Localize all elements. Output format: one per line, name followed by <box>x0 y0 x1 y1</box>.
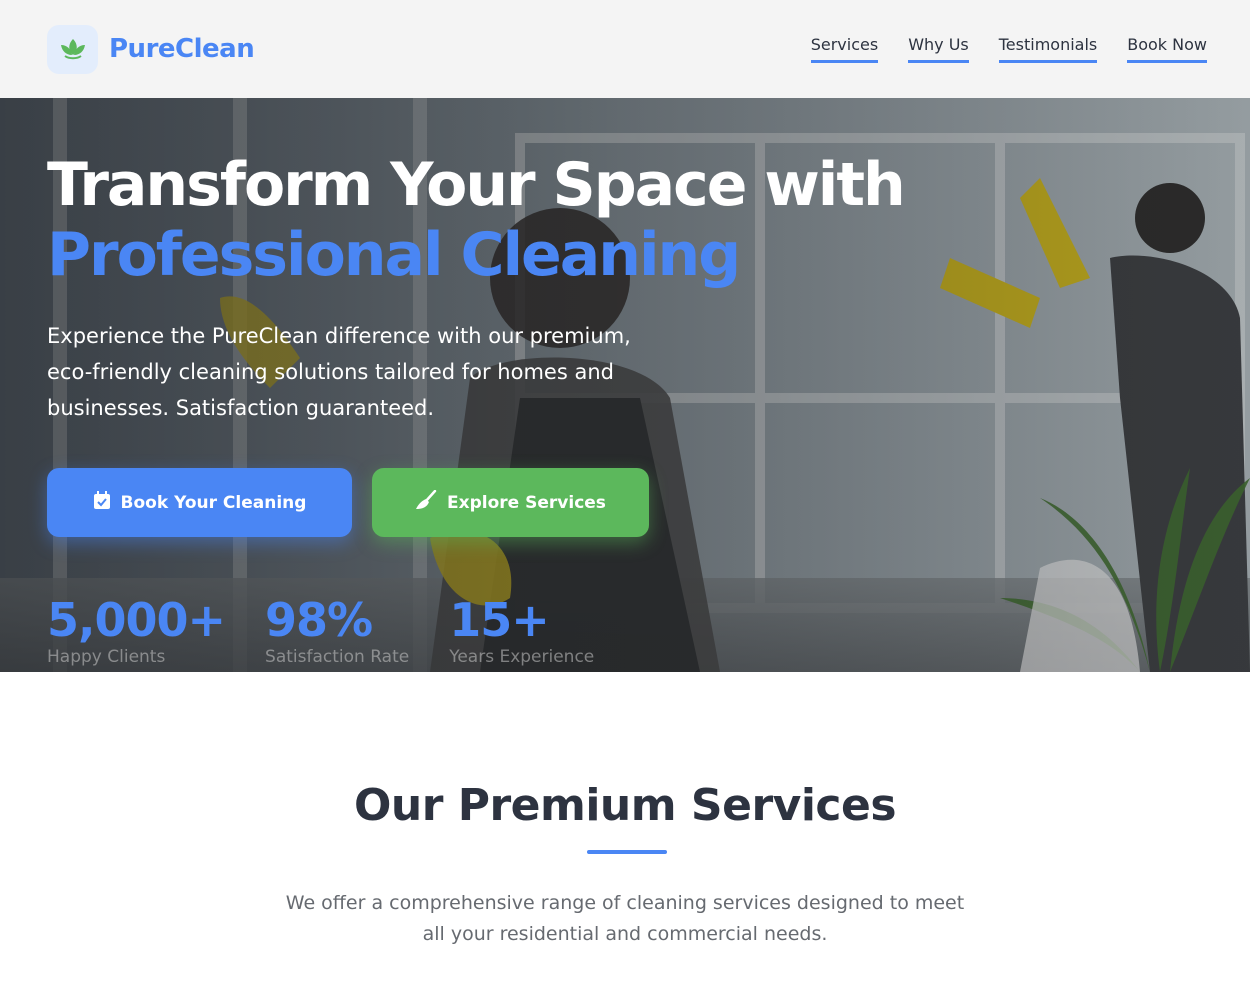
stat-label: Years Experience <box>449 647 595 667</box>
brand-name: PureClean <box>109 34 255 64</box>
stat-value: 98% <box>265 593 373 647</box>
brand-logo[interactable]: PureClean <box>47 24 255 74</box>
stat-value: 5,000+ <box>47 593 226 647</box>
hero-title-line1: Transform Your Space with <box>47 150 906 220</box>
services-section: Our Premium Services We offer a comprehe… <box>0 672 1250 990</box>
stat-value: 15+ <box>449 593 550 647</box>
stat-years-experience: 15+ Years Experience <box>449 594 594 668</box>
explore-services-label: Explore Services <box>447 492 606 513</box>
nav-link-book-now[interactable]: Book Now <box>1127 35 1207 63</box>
broom-icon <box>415 489 437 515</box>
hero-buttons: Book Your Cleaning Explore Services <box>47 468 649 537</box>
services-description: We offer a comprehensive range of cleani… <box>285 892 965 945</box>
hero-section: Transform Your Space with Professional C… <box>0 98 1250 672</box>
stat-label: Happy Clients <box>47 647 166 667</box>
leaf-icon <box>47 24 98 74</box>
book-cleaning-button[interactable]: Book Your Cleaning <box>47 468 352 537</box>
site-header: PureClean Services Why Us Testimonials B… <box>0 0 1250 98</box>
nav-link-testimonials[interactable]: Testimonials <box>998 35 1098 63</box>
stat-satisfaction-rate: 98% Satisfaction Rate <box>265 594 409 668</box>
hero-subtitle: Experience the PureClean difference with… <box>47 324 631 420</box>
hero-title-accent: Professional Cleaning <box>47 220 741 290</box>
hero-title: Transform Your Space with Professional C… <box>47 150 1047 290</box>
stat-label: Satisfaction Rate <box>265 647 410 667</box>
nav-link-services[interactable]: Services <box>810 35 879 63</box>
services-title: Our Premium Services <box>353 780 897 831</box>
calendar-check-icon <box>93 490 111 515</box>
stat-happy-clients: 5,000+ Happy Clients <box>47 593 226 668</box>
explore-services-button[interactable]: Explore Services <box>372 468 649 537</box>
section-divider <box>587 850 667 854</box>
main-nav: Services Why Us Testimonials Book Now <box>810 35 1207 63</box>
nav-link-why-us[interactable]: Why Us <box>908 35 969 63</box>
book-cleaning-label: Book Your Cleaning <box>120 492 307 513</box>
hero-stats: 5,000+ Happy Clients 98% Satisfaction Ra… <box>47 594 634 668</box>
hero-content: Transform Your Space with Professional C… <box>47 150 1047 426</box>
